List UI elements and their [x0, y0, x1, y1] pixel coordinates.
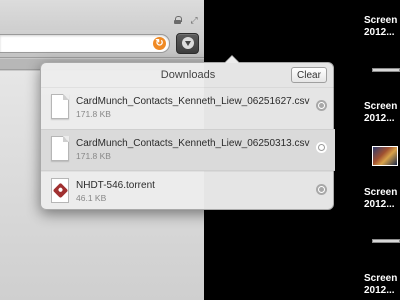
download-filename: CardMunch_Contacts_Kenneth_Liew_06250313…: [76, 138, 310, 149]
desktop-file-label[interactable]: Screen 2012...: [364, 273, 400, 297]
desktop-file-date: 2012...: [364, 285, 395, 296]
desktop-file-label[interactable]: Screen 2012...: [364, 187, 400, 211]
desktop-file-date: 2012...: [364, 199, 395, 210]
fullscreen-icon[interactable]: ⤢: [190, 16, 198, 25]
screenshot-thumbnail: [372, 146, 398, 166]
downloads-popover: Downloads Clear CardMunch_Contacts_Kenne…: [40, 55, 335, 213]
reload-icon[interactable]: ↻: [153, 37, 166, 50]
title-bar: ⤢: [0, 0, 204, 30]
screen: ⤢ ↻ Screen 2012... Screen 2012... Screen…: [0, 0, 400, 300]
download-filename: NHDT-546.torrent: [76, 180, 155, 191]
downloads-button[interactable]: [176, 33, 199, 54]
title-bar-icons: ⤢: [174, 16, 198, 25]
toolbar: ↻: [0, 30, 204, 58]
address-bar[interactable]: ↻: [0, 34, 170, 54]
magnifier-icon[interactable]: [316, 184, 327, 195]
document-icon: [51, 136, 69, 161]
popover-arrow: [224, 55, 240, 63]
desktop-file-name: Screen: [364, 101, 398, 112]
desktop-file-name: Screen: [364, 15, 398, 26]
desktop-file-name: Screen: [364, 273, 398, 284]
download-item[interactable]: CardMunch_Contacts_Kenneth_Liew_06250313…: [41, 129, 335, 171]
desktop-file-label[interactable]: Screen 2012...: [364, 15, 400, 39]
torrent-file-icon: [51, 178, 69, 203]
download-icon: [182, 37, 194, 49]
desktop-file-date: 2012...: [364, 27, 395, 38]
download-item[interactable]: CardMunch_Contacts_Kenneth_Liew_06251627…: [41, 87, 335, 129]
download-filename: CardMunch_Contacts_Kenneth_Liew_06251627…: [76, 96, 310, 107]
desktop-file-thumbnail[interactable]: [372, 146, 400, 166]
magnifier-icon[interactable]: [316, 142, 327, 153]
download-size: 171.8 KB: [76, 151, 111, 161]
magnifier-icon[interactable]: [316, 100, 327, 111]
desktop-file-date: 2012...: [364, 113, 395, 124]
downloads-list: CardMunch_Contacts_Kenneth_Liew_06251627…: [41, 87, 335, 213]
desktop-file-thumbnail[interactable]: [372, 68, 400, 72]
clear-button[interactable]: Clear: [291, 67, 327, 83]
desktop-file-thumbnail[interactable]: [372, 239, 400, 243]
document-icon: [51, 94, 69, 119]
desktop-file-label[interactable]: Screen 2012...: [364, 101, 400, 125]
screenshot-thumbnail: [372, 68, 400, 72]
address-input[interactable]: [0, 36, 140, 54]
download-item[interactable]: NHDT-546.torrent 46.1 KB: [41, 171, 335, 213]
download-size: 171.8 KB: [76, 109, 111, 119]
torrent-badge: [52, 182, 69, 199]
desktop-file-name: Screen: [364, 187, 398, 198]
lock-icon: [174, 16, 182, 24]
download-size: 46.1 KB: [76, 193, 107, 203]
screenshot-thumbnail: [372, 239, 400, 243]
